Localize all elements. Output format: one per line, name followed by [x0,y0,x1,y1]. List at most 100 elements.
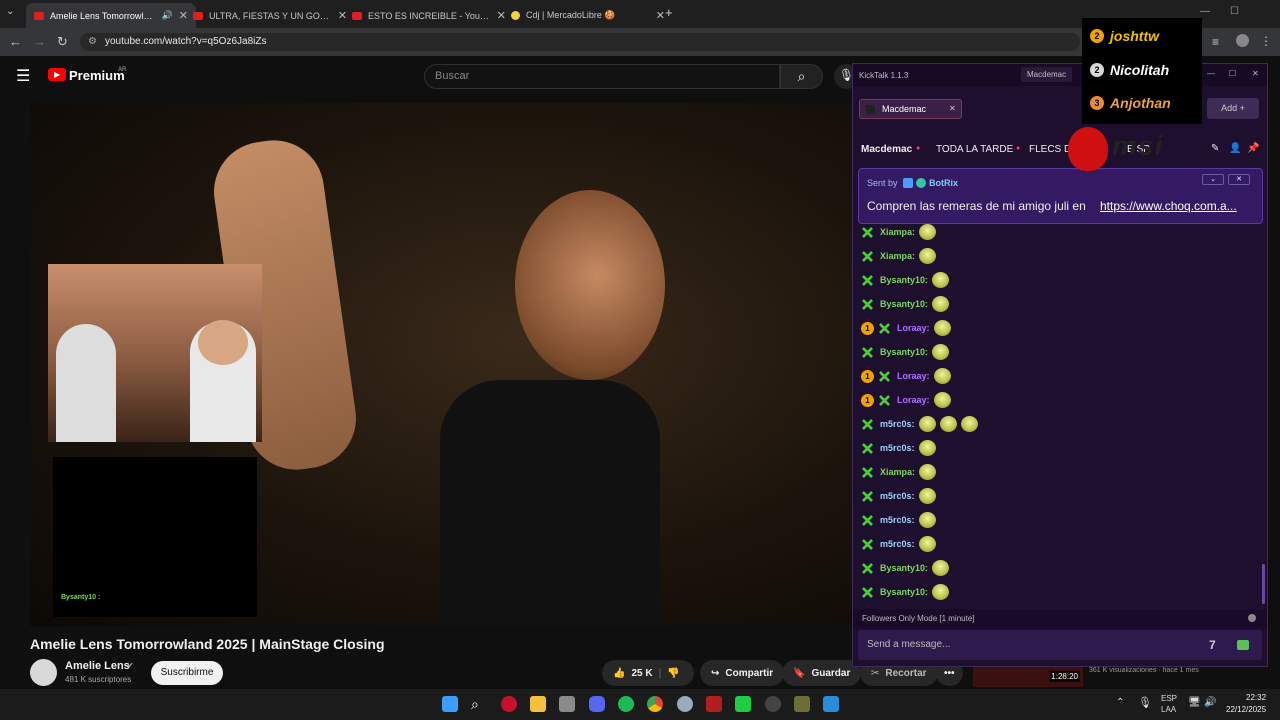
language-code[interactable]: ESP [1161,694,1177,703]
chat-scrollbar[interactable] [1262,564,1265,604]
chat-username[interactable]: m5rc0s: [880,539,915,549]
emote-icon[interactable] [919,224,937,240]
minimize-icon[interactable]: — [1200,6,1210,17]
emote-icon[interactable] [919,248,937,264]
tab-macdemac[interactable]: Macdemac [861,144,912,155]
chat-username[interactable]: Bysanty10: [880,275,928,285]
app-icon[interactable] [823,696,839,712]
back-icon[interactable]: ← [9,34,22,49]
chrome-menu-icon[interactable]: ⋮ [1260,34,1272,48]
chat-username[interactable]: Bysanty10: [880,587,928,597]
printer-icon[interactable] [559,696,575,712]
network-icon[interactable]: 🖥 [1188,697,1201,708]
chat-username[interactable]: Xiampa: [880,251,915,261]
window-user[interactable]: Macdemac [1021,67,1073,82]
tab-flecs[interactable]: FLECS D [1029,144,1071,155]
clock-time[interactable]: 22:32 [1246,693,1266,702]
channel-avatar[interactable] [30,659,57,686]
info-icon[interactable] [1248,614,1256,622]
emote-icon[interactable] [933,392,951,408]
chat-username[interactable]: m5rc0s: [880,419,915,429]
maximize-icon[interactable]: ☐ [1230,6,1239,17]
tab-toda-la-tarde[interactable]: TODA LA TARDE [936,144,1013,155]
tab-search-icon[interactable]: ⌄ [6,6,14,17]
maximize-icon[interactable]: ☐ [1229,69,1236,78]
pinned-sender[interactable]: BotRix [929,178,958,188]
emote-icon[interactable] [932,584,950,600]
discord-icon[interactable] [589,696,605,712]
tab-amelie[interactable]: Amelie Lens Tomorrowland 🔊 ✕ [26,3,196,28]
emote-icon[interactable] [918,488,936,504]
search-input[interactable]: Buscar [424,64,780,89]
app-icon[interactable] [677,696,693,712]
emote-icon[interactable] [939,416,957,432]
chat-username[interactable]: Xiampa: [880,467,915,477]
site-info-icon[interactable]: ⚙ [88,36,97,47]
emote-icon[interactable] [932,272,950,288]
edit-icon[interactable]: ✎ [1211,143,1219,154]
queue-icon[interactable]: ≡ [1212,35,1219,49]
news-app-icon[interactable] [706,696,722,712]
spotify-icon[interactable] [618,696,634,712]
subscribe-button[interactable]: Suscribirme [151,661,223,685]
save-button[interactable]: 🔖 Guardar [782,660,862,686]
close-icon[interactable]: ✕ [1252,69,1259,78]
tab-ultra[interactable]: ULTRA, FIESTAS Y UN GORDO I ✕ [185,3,355,28]
chat-username[interactable]: Loraay: [897,395,930,405]
app-icon[interactable] [794,696,810,712]
chat-username[interactable]: m5rc0s: [880,515,915,525]
chat-username[interactable]: Bysanty10: [880,563,928,573]
hamburger-menu-icon[interactable]: ☰ [16,66,30,86]
channel-chip[interactable]: Macdemac ✕ [859,99,962,119]
emote-icon[interactable] [933,368,951,384]
youtube-logo-text[interactable]: Premium [69,68,125,83]
related-video-thumbnail[interactable]: 1:28:20 [973,667,1083,687]
profile-avatar[interactable] [1236,34,1249,47]
chat-username[interactable]: Loraay: [897,371,930,381]
keyboard-layout[interactable]: LAA [1161,705,1176,714]
collapse-icon[interactable]: ⌄ [1202,174,1224,185]
minimize-icon[interactable]: — [1207,69,1215,78]
chat-username[interactable]: Xiampa: [880,227,915,237]
pinned-link[interactable]: https://www.choq.com.a... [1100,199,1237,213]
chat-username[interactable]: Loraay: [897,323,930,333]
like-icon[interactable]: 👍 [613,668,625,679]
forward-icon[interactable]: → [33,34,46,49]
emote-picker-icon[interactable] [1237,640,1249,650]
unpin-icon[interactable]: ✕ [1228,174,1250,185]
tab-mercadolibre[interactable]: Cdj | MercadoLibre 🍪 ✕ [503,3,673,28]
emote-icon[interactable] [960,416,978,432]
emote-icon[interactable] [932,344,950,360]
youtube-logo-icon[interactable]: ▶ [48,68,66,81]
share-button[interactable]: ↪ Compartir [700,660,785,686]
msi-app-icon[interactable] [501,696,517,712]
seventv-icon[interactable]: 7 [1209,638,1216,652]
search-button[interactable]: ⌕ [780,64,823,89]
settings-icon[interactable] [765,696,781,712]
url-field[interactable]: youtube.com/watch?v=q5Oz6Ja8iZs [80,33,1080,51]
user-icon[interactable]: 👤 [1229,143,1241,154]
search-icon[interactable]: ⌕ [471,696,487,712]
chevron-up-icon[interactable]: ⌃ [1116,697,1124,708]
pin-icon[interactable]: 📌 [1247,143,1259,154]
chat-message-input[interactable]: Send a message... [858,630,1262,660]
dislike-icon[interactable]: 👎 [667,668,679,679]
chat-username[interactable]: m5rc0s: [880,443,915,453]
channel-name[interactable]: Amelie Lens [65,660,130,672]
volume-icon[interactable]: 🔊 [1204,697,1216,708]
emote-icon[interactable] [918,416,936,432]
start-icon[interactable] [442,696,458,712]
chat-username[interactable]: Bysanty10: [880,347,928,357]
emote-icon[interactable] [932,560,950,576]
emote-icon[interactable] [933,320,951,336]
close-icon[interactable]: ✕ [949,104,956,113]
speaker-icon[interactable]: 🔊 [162,10,173,21]
emote-icon[interactable] [932,296,950,312]
close-icon[interactable]: ✕ [656,9,665,22]
tab-increible[interactable]: ESTO ES INCREIBLE - YouTube ✕ [344,3,514,28]
new-tab-icon[interactable]: + [665,5,673,20]
emote-icon[interactable] [918,536,936,552]
emote-icon[interactable] [918,512,936,528]
chat-username[interactable]: m5rc0s: [880,491,915,501]
like-count[interactable]: 25 K [631,668,652,679]
